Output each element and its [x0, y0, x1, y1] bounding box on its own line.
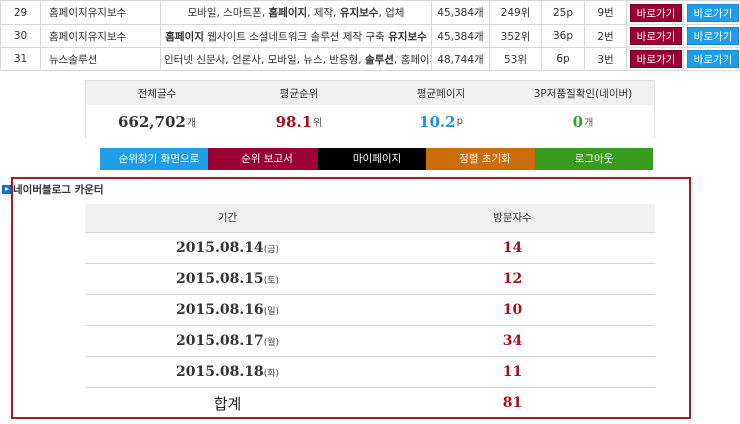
post-count-cell: 45,384개 — [431, 0, 490, 25]
go-cell: 바로가기 — [626, 0, 684, 25]
visit-count: 34 — [370, 325, 655, 357]
stat-value-total-posts: 662,702 개 — [117, 112, 197, 131]
table-row: 2015.08.15(토) 12 — [85, 263, 655, 295]
date-cell: 2015.08.17(월) — [85, 325, 370, 357]
go-button[interactable]: 바로가기 — [630, 27, 682, 45]
keyword-cell: 뉴스솔루션 — [40, 47, 161, 71]
go-button-alt[interactable]: 바로가기 — [687, 3, 739, 22]
row-number: 30 — [0, 24, 41, 48]
date-cell: 2015.08.15(토) — [85, 263, 370, 295]
description-cell: 모바일, 스마트폰, 홈페이지, 제작, 유지보수, 업체 — [160, 0, 432, 25]
go-cell: 바로가기 — [683, 0, 740, 25]
rank-report-button[interactable]: 순위 보고서 — [208, 148, 326, 170]
go-button-alt[interactable]: 바로가기 — [687, 27, 739, 45]
stat-value-avg-rank: 98.1 위 — [275, 112, 323, 131]
post-count-cell: 45,384개 — [431, 24, 490, 48]
reset-sort-button[interactable]: 정렬 초기화 — [426, 148, 544, 170]
total-visit-count: 81 — [502, 395, 523, 412]
go-button[interactable]: 바로가기 — [630, 3, 682, 22]
visit-count: 12 — [370, 263, 655, 295]
total-row: 합계 81 — [85, 387, 655, 419]
stat-header-low-quality: 3P저품질확인(네이버) — [533, 87, 633, 100]
column-header-visitors: 방문자수 — [370, 204, 655, 233]
page-cell: 25p — [541, 0, 585, 25]
description-cell: 인터넷 신문사, 언론사, 모바일, 뉴스, 반응형, 솔루션, 홈페이지... — [160, 47, 432, 71]
logout-button[interactable]: 로그아웃 — [535, 148, 653, 170]
row-number: 31 — [0, 47, 41, 71]
description-cell: 홈페이지 웹사이트 소셜네트워크 솔루션 제작 구축 유지보수 — [160, 24, 432, 48]
visit-count: 10 — [370, 294, 655, 326]
mypage-button[interactable]: 마이페이지 — [318, 148, 436, 170]
post-count-cell: 48,744개 — [431, 47, 490, 71]
visitor-count-table: 기간 방문자수 2015.08.14(금) 14 2015.08.15(토) 1… — [85, 204, 655, 419]
table-row: 2015.08.14(금) 14 — [85, 232, 655, 264]
stat-header-avg-page: 평균페이지 — [416, 87, 466, 100]
table-row: 31 뉴스솔루션 인터넷 신문사, 언론사, 모바일, 뉴스, 반응형, 솔루션, … — [0, 47, 740, 71]
summary-stats-panel: 전체글수 평균순위 평균페이지 3P저품질확인(네이버) 662,702 개 98… — [85, 80, 655, 138]
stat-header-avg-rank: 평균순위 — [279, 87, 319, 100]
rank-cell: 249위 — [489, 0, 542, 25]
go-cell: 바로가기 — [683, 24, 740, 48]
table-row: 30 홈페이지유지보수 홈페이지 웹사이트 소셜네트워크 솔루션 제작 구축 유지보… — [0, 24, 740, 48]
counter-title: 네이버블로그 카운터 — [2, 183, 104, 196]
table-row: 2015.08.17(월) 34 — [85, 325, 655, 357]
go-cell: 바로가기 — [626, 24, 684, 48]
stat-header-total-posts: 전체글수 — [137, 87, 177, 100]
position-cell: 2번 — [584, 24, 627, 48]
stat-value-low-quality: 0개 — [572, 112, 594, 131]
stat-value-avg-page: 10.2 p — [419, 112, 463, 131]
position-cell: 9번 — [584, 0, 627, 25]
table-row: 2015.08.18(화) 11 — [85, 356, 655, 388]
rank-cell: 53위 — [489, 47, 542, 71]
go-button-alt[interactable]: 바로가기 — [687, 50, 739, 68]
position-cell: 3번 — [584, 47, 627, 71]
rank-search-screen-button[interactable]: 순위찾기 화면으로 — [100, 148, 218, 170]
page-cell: 6p — [541, 47, 585, 71]
date-cell: 2015.08.18(화) — [85, 356, 370, 388]
keyword-cell: 홈페이지유지보수 — [40, 24, 161, 48]
column-header-period: 기간 — [85, 204, 370, 233]
bullet-arrow-icon — [2, 184, 11, 194]
page-cell: 36p — [541, 24, 585, 48]
visit-count: 14 — [370, 232, 655, 264]
rank-cell: 352위 — [489, 24, 542, 48]
date-cell: 2015.08.16(일) — [85, 294, 370, 326]
total-label: 합계 — [213, 394, 242, 413]
table-row: 29 홈페이지유지보수 모바일, 스마트폰, 홈페이지, 제작, 유지보수, 업체 4… — [0, 0, 740, 25]
table-row: 2015.08.16(일) 10 — [85, 294, 655, 326]
go-cell: 바로가기 — [683, 47, 740, 71]
go-button[interactable]: 바로가기 — [630, 50, 682, 68]
go-cell: 바로가기 — [626, 47, 684, 71]
keyword-cell: 홈페이지유지보수 — [40, 0, 161, 25]
date-cell: 2015.08.14(금) — [85, 232, 370, 264]
keyword-rank-table: 29 홈페이지유지보수 모바일, 스마트폰, 홈페이지, 제작, 유지보수, 업체 4… — [0, 0, 740, 71]
visit-count: 11 — [370, 356, 655, 388]
row-number: 29 — [0, 0, 41, 25]
